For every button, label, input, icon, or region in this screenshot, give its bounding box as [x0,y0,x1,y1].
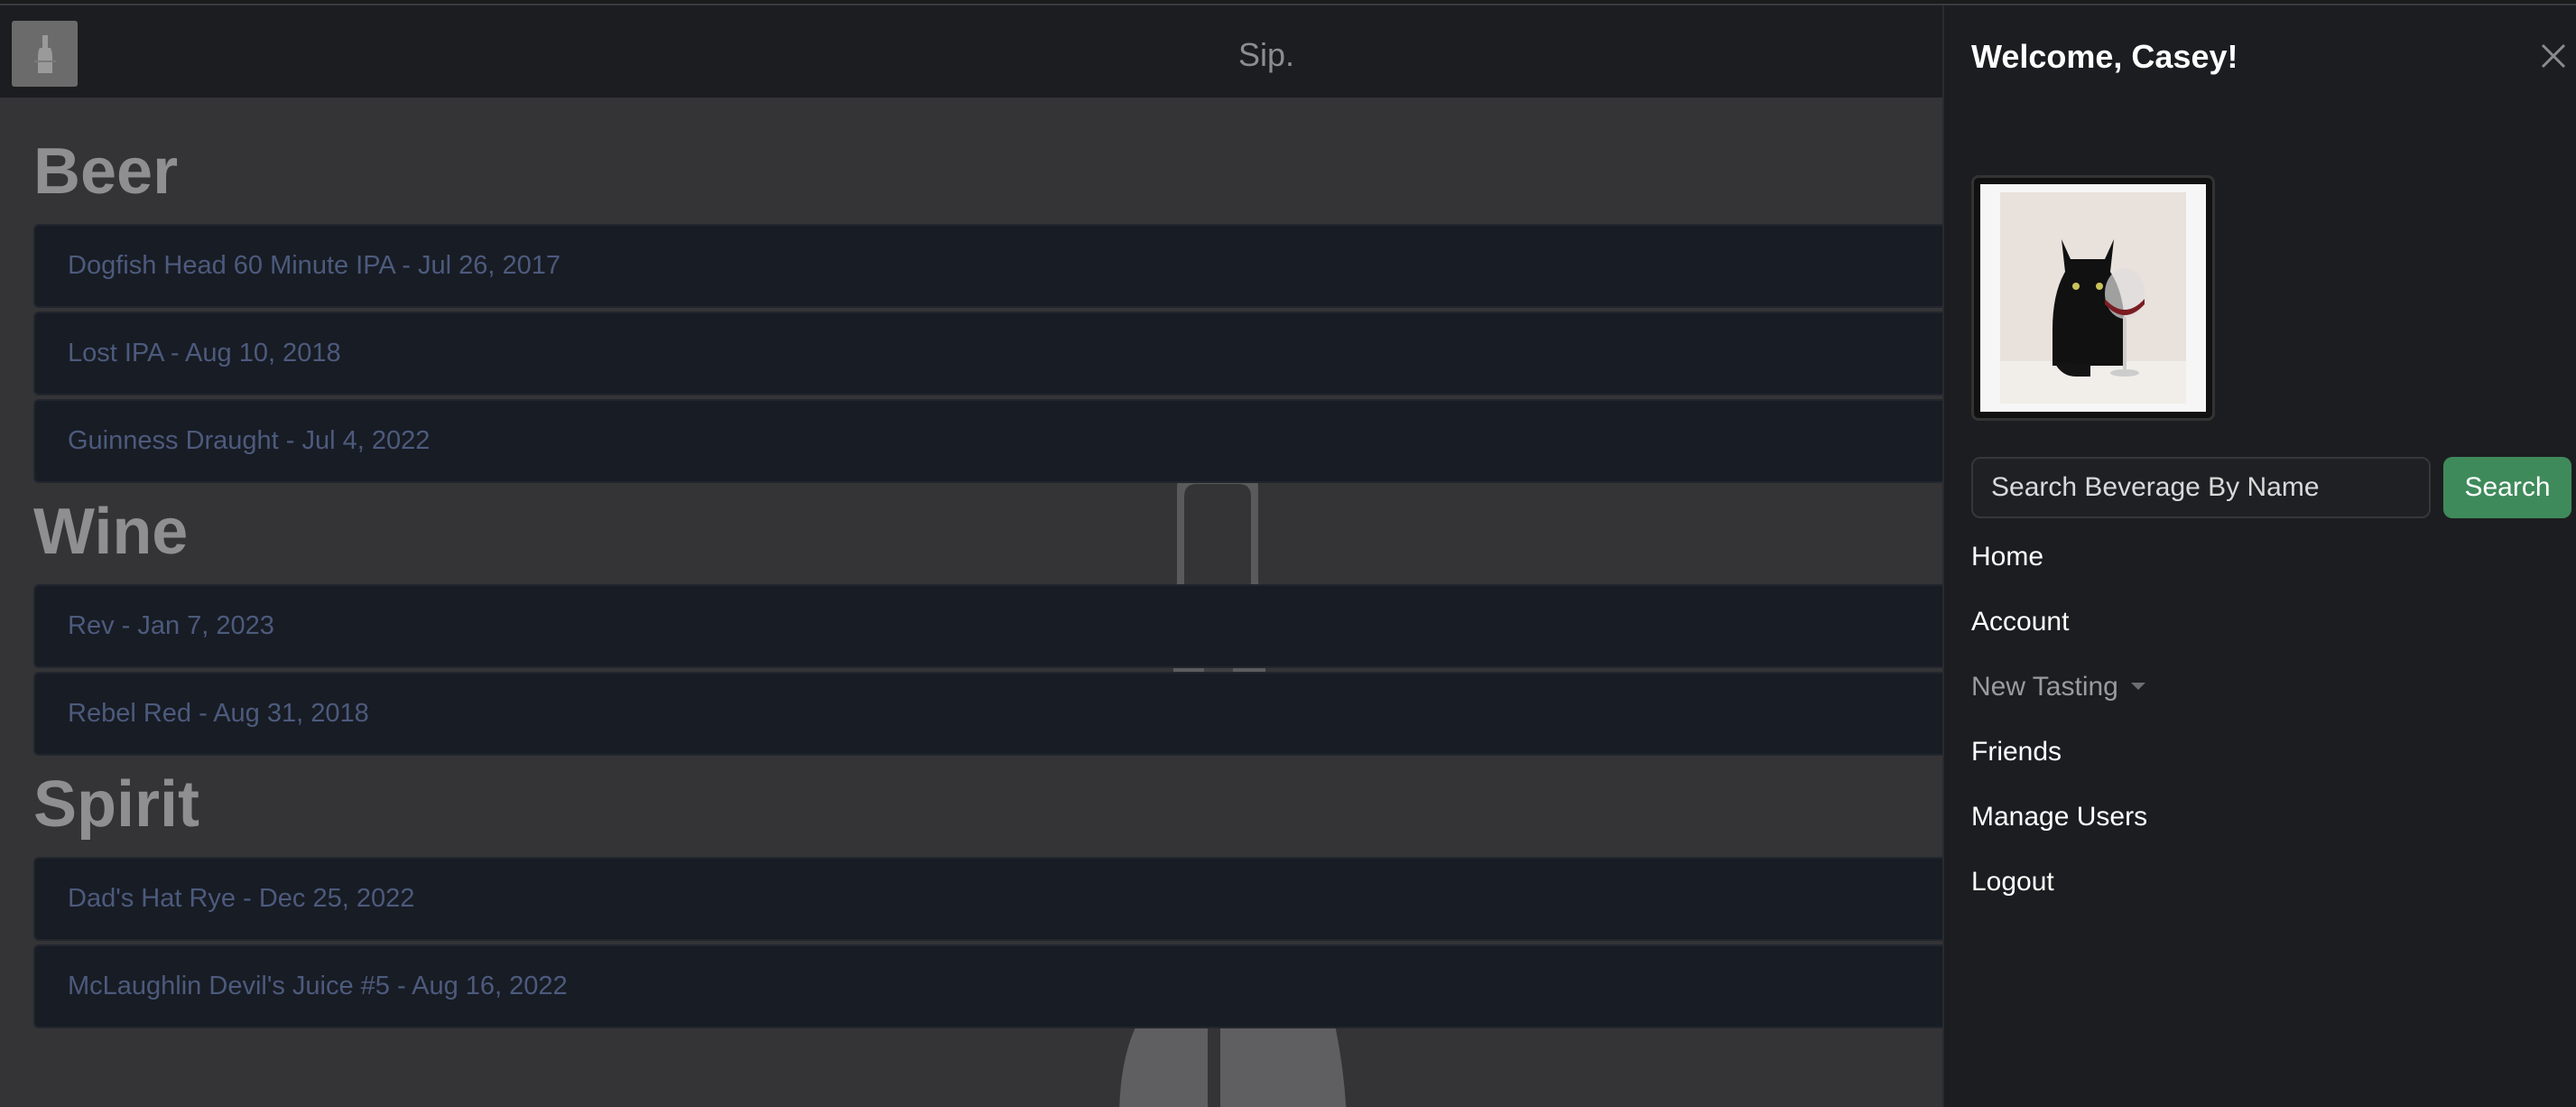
nav-dropdown-label: New Tasting [1971,672,2118,702]
offcanvas-backdrop[interactable] [0,0,1942,1107]
nav-link-account[interactable]: Account [1971,600,2513,665]
search-button[interactable]: Search [2443,457,2571,518]
avatar [1971,175,2215,421]
nav-link-friends[interactable]: Friends [1971,730,2513,795]
search-input[interactable] [1971,457,2431,518]
nav-dropdown-new-tasting[interactable]: New Tasting [1971,665,2513,730]
close-icon[interactable] [2535,38,2571,74]
welcome-title: Welcome, Casey! [1971,38,2238,75]
search-form: Search [1971,457,2571,518]
offcanvas-menu: Welcome, Casey! Search H [1942,5,2576,1107]
chevron-down-icon [2130,683,2145,691]
offcanvas-nav: Home Account New Tasting Friends Manage … [1971,535,2513,925]
black-cat-with-wine-glass-avatar [2000,192,2186,404]
nav-link-logout[interactable]: Logout [1971,860,2513,925]
nav-link-home[interactable]: Home [1971,535,2513,600]
nav-link-manage-users[interactable]: Manage Users [1971,795,2513,860]
